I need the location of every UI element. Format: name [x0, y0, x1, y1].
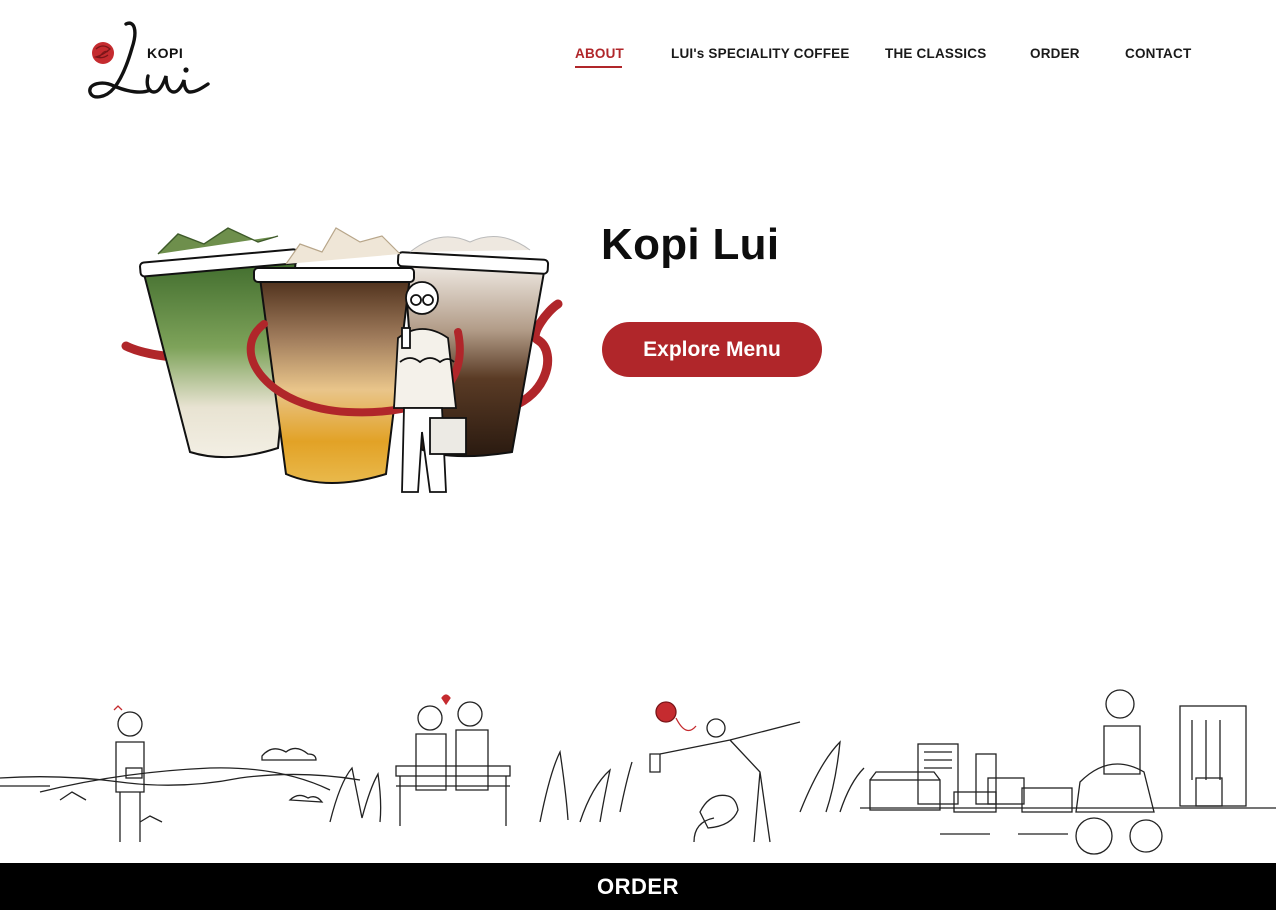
active-nav-underline [575, 66, 622, 68]
order-bar-button[interactable]: ORDER [0, 863, 1276, 910]
main-nav: ABOUT LUI's SPECIALITY COFFEE THE CLASSI… [0, 46, 1276, 70]
nav-item-the-classics[interactable]: THE CLASSICS [885, 46, 986, 61]
coffee-cups-illustration [118, 212, 568, 512]
site-header: KOPI ABOUT LUI's SPECIALITY COFFEE THE C… [0, 0, 1276, 110]
hero-title: Kopi Lui [601, 220, 780, 269]
nav-item-contact[interactable]: CONTACT [1125, 46, 1191, 61]
nav-item-speciality-coffee[interactable]: LUI's SPECIALITY COFFEE [671, 46, 850, 61]
nav-item-about[interactable]: ABOUT [575, 46, 624, 61]
nav-item-order[interactable]: ORDER [1030, 46, 1080, 61]
explore-menu-button[interactable]: Explore Menu [602, 322, 822, 377]
street-scene-illustration [0, 682, 1276, 862]
